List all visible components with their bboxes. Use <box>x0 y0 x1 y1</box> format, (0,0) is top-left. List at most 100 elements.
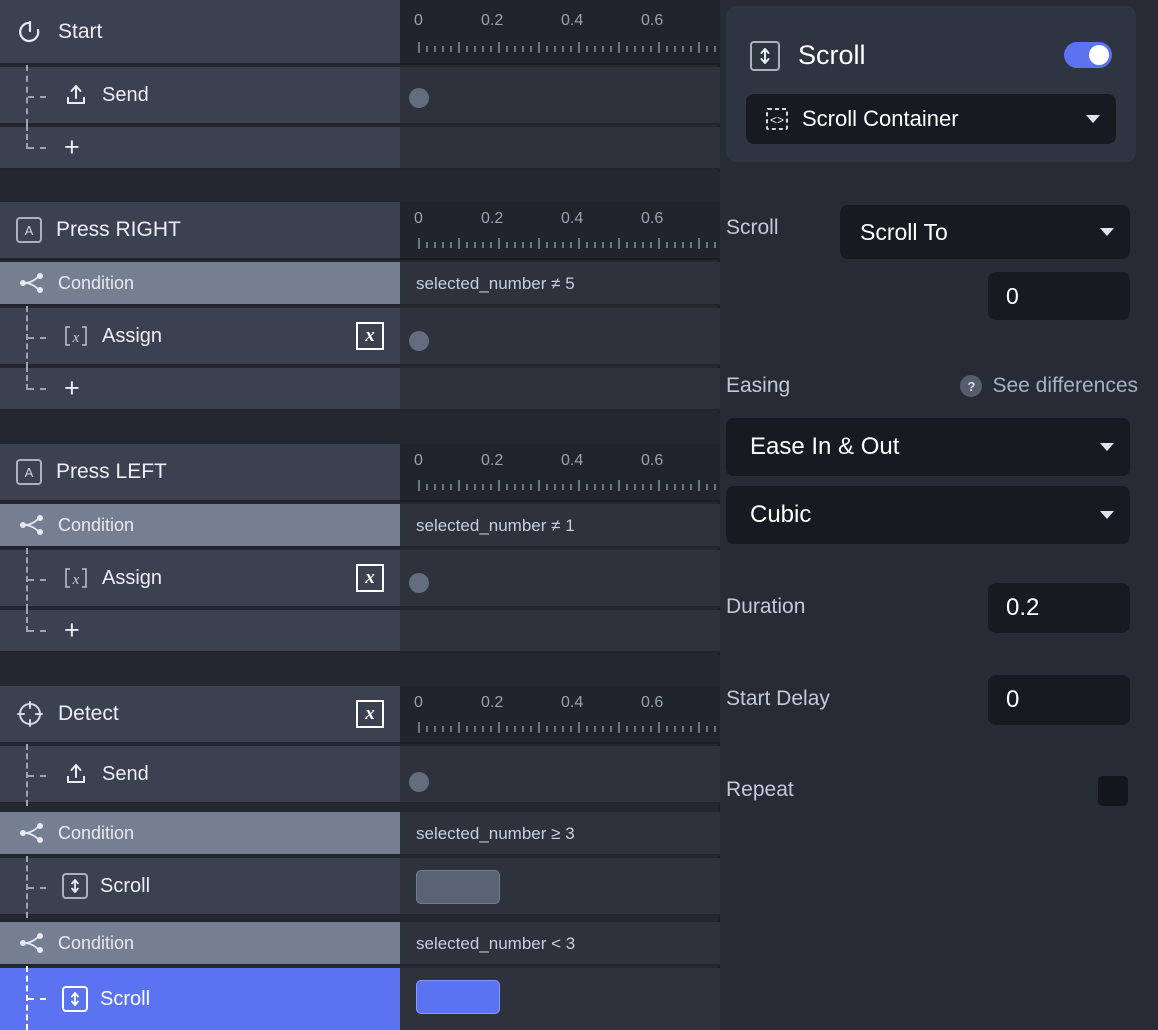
timeline-track-assign[interactable] <box>400 308 720 366</box>
easing-curve-select[interactable]: Cubic <box>726 486 1130 544</box>
keyframe-marker[interactable] <box>409 88 429 108</box>
tree-row-send[interactable]: Send <box>0 744 400 806</box>
svg-text:x: x <box>72 572 80 588</box>
tree-connector <box>26 306 56 368</box>
timeline-track-assign[interactable] <box>400 550 720 608</box>
ruler-tick-label: 0 <box>414 210 423 227</box>
timeline-track-condition[interactable]: selected_number < 3 <box>400 922 720 966</box>
timeline-track-empty[interactable] <box>400 368 720 411</box>
ruler-tick-label: 0 <box>414 694 423 711</box>
expression-badge[interactable]: x <box>356 700 384 728</box>
animation-editor: Start Send + A Press RIGHT Condition x A… <box>0 0 1158 1030</box>
tree-row-label: Condition <box>58 514 135 535</box>
help-icon: ? <box>960 375 983 397</box>
tree-row-scroll[interactable]: Scroll <box>0 856 400 918</box>
tree-row-assign[interactable]: x Assign x <box>0 548 400 610</box>
tree-group-header-press-right[interactable]: A Press RIGHT <box>0 202 400 260</box>
toggle-knob <box>1089 45 1109 65</box>
scroll-value-input[interactable]: 0 <box>988 272 1130 320</box>
keyframe-bar-selected[interactable] <box>416 980 500 1014</box>
inspector-panel: Scroll <> Scroll Container Scroll Scroll… <box>720 0 1158 1030</box>
branch-icon <box>18 819 46 847</box>
add-action-button[interactable]: + <box>64 375 80 402</box>
tree-group-header-start[interactable]: Start <box>0 0 400 65</box>
keyframe-bar[interactable] <box>416 870 500 904</box>
ruler-tick-label: 0.2 <box>481 452 504 469</box>
ruler-tick-label: 0.2 <box>481 12 504 29</box>
ruler-tick-label: 0.6 <box>641 452 664 469</box>
keyframe-marker[interactable] <box>409 772 429 792</box>
tree-row-add-press-right[interactable]: + <box>0 366 400 411</box>
tree-group-header-press-left[interactable]: A Press LEFT <box>0 444 400 502</box>
ruler-tick-label: 0 <box>414 452 423 469</box>
timeline-ruler[interactable]: 0 0.2 0.4 0.6 <box>400 0 720 65</box>
tree-gap <box>0 655 400 686</box>
tree-group-label: Detect <box>58 702 119 725</box>
timeline-ruler[interactable]: 0 0.2 0.4 0.6 <box>400 444 720 502</box>
timeline-track-condition[interactable]: selected_number ≠ 1 <box>400 504 720 548</box>
tree-connector <box>26 744 56 806</box>
timeline-ruler[interactable]: 0 0.2 0.4 0.6 <box>400 202 720 260</box>
svg-text:<>: <> <box>770 113 784 127</box>
variable-icon: x <box>62 322 90 350</box>
add-action-button[interactable]: + <box>64 134 80 161</box>
scroll-enabled-toggle[interactable] <box>1064 42 1112 68</box>
timeline-track-condition[interactable]: selected_number ≠ 5 <box>400 262 720 306</box>
start-delay-input[interactable]: 0 <box>988 675 1130 725</box>
tree-group-label: Start <box>58 19 103 43</box>
tree-row-condition[interactable]: Condition <box>0 504 400 548</box>
repeat-label: Repeat <box>726 778 794 801</box>
send-icon <box>62 760 90 788</box>
easing-type-select[interactable]: Ease In & Out <box>726 418 1130 476</box>
see-differences-link[interactable]: ? See differences <box>960 374 1138 398</box>
tree-connector <box>26 966 56 1030</box>
timeline-track-send[interactable] <box>400 746 720 804</box>
start-delay-value: 0 <box>1006 686 1020 713</box>
tree-group-header-detect[interactable]: Detect x <box>0 686 400 744</box>
timeline-track-send[interactable] <box>400 67 720 125</box>
chevron-down-icon <box>1086 115 1100 123</box>
ruler-tick-label: 0.4 <box>561 210 584 227</box>
scroll-mode-select[interactable]: Scroll To <box>840 205 1130 259</box>
tree-row-add-press-left[interactable]: + <box>0 608 400 653</box>
power-icon <box>16 18 44 46</box>
tree-row-label: Condition <box>58 822 135 843</box>
scroll-mode-label: Scroll <box>726 216 779 239</box>
branch-icon <box>18 929 46 957</box>
tree-row-label: Scroll <box>100 874 151 897</box>
scroll-target-label: Scroll Container <box>802 106 959 131</box>
expression-badge[interactable]: x <box>356 322 384 350</box>
tree-row-condition[interactable]: Condition <box>0 812 400 856</box>
tree-row-send[interactable]: Send <box>0 65 400 125</box>
chevron-down-icon <box>1100 511 1114 519</box>
tree-connector <box>26 65 56 125</box>
tree-row-scroll-selected[interactable]: Scroll <box>0 966 400 1030</box>
ruler-tick-label: 0.6 <box>641 210 664 227</box>
timeline-track-scroll-selected[interactable] <box>400 968 720 1030</box>
add-action-button[interactable]: + <box>64 617 80 644</box>
timeline-track-condition[interactable]: selected_number ≥ 3 <box>400 812 720 856</box>
duration-input[interactable]: 0.2 <box>988 583 1130 633</box>
tree-row-assign[interactable]: x Assign x <box>0 306 400 368</box>
ruler-tick-label: 0.4 <box>561 452 584 469</box>
tree-row-condition[interactable]: Condition <box>0 262 400 306</box>
ruler-tick-label: 0.4 <box>561 694 584 711</box>
tree-row-label: Condition <box>58 932 135 953</box>
tree-row-condition[interactable]: Condition <box>0 922 400 966</box>
repeat-checkbox[interactable] <box>1098 776 1128 806</box>
timeline-panel: 0 0.2 0.4 0.6 0 0.2 0.4 0.6 selected_num… <box>400 0 720 1030</box>
branch-icon <box>18 269 46 297</box>
timeline-track-empty[interactable] <box>400 610 720 653</box>
keyframe-marker[interactable] <box>409 573 429 593</box>
keyframe-marker[interactable] <box>409 331 429 351</box>
expression-badge[interactable]: x <box>356 564 384 592</box>
tree-row-add-start[interactable]: + <box>0 125 400 170</box>
timeline-track-scroll[interactable] <box>400 858 720 916</box>
scroll-mode-value: Scroll To <box>860 218 948 245</box>
scroll-target-select[interactable]: <> Scroll Container <box>746 94 1116 144</box>
timeline-track-empty[interactable] <box>400 127 720 170</box>
duration-label: Duration <box>726 595 806 618</box>
tree-connector <box>26 548 56 610</box>
timeline-ruler[interactable]: 0 0.2 0.4 0.6 <box>400 686 720 744</box>
tree-connector <box>26 366 56 409</box>
